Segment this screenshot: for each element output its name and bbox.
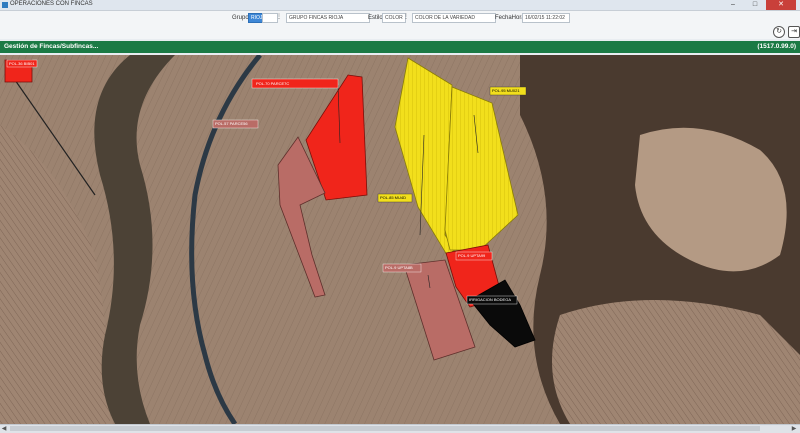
exit-icon[interactable]: ⇥ xyxy=(788,26,800,38)
fecha-input[interactable]: 16/02/15 11:22:02 xyxy=(522,13,570,23)
map-view[interactable]: POL.36 BIB01 POL.70 PARCE7C POL.57 PARCE… xyxy=(0,55,800,424)
grupo-name-field: GRUPO FINCAS RIOJA xyxy=(286,13,370,23)
estilo-name-field: COLOR DE LA VARIEDAD xyxy=(412,13,496,23)
svg-text:POL.70 PARCE7C: POL.70 PARCE7C xyxy=(256,81,289,86)
estilo-label: Estilo xyxy=(368,15,383,21)
map-label-bottom-red: POL.9 UPTA99 xyxy=(455,251,493,261)
estilo-lookup-icon[interactable]: ⋮ xyxy=(403,13,409,21)
map-label-pink-left: POL.57 PARCE56 xyxy=(212,119,259,129)
close-icon[interactable]: ✕ xyxy=(766,0,796,10)
window-titlebar: OPERACIONES CON FINCAS – □ ✕ xyxy=(0,0,800,11)
svg-text:POL.57 PARCE56: POL.57 PARCE56 xyxy=(215,121,248,126)
svg-text:IRRIGACION BODEGA: IRRIGACION BODEGA xyxy=(469,297,511,302)
maximize-icon[interactable]: □ xyxy=(744,0,766,10)
version-code: (1517.0.99.0) xyxy=(757,43,796,50)
grupo-lookup-icon[interactable]: ⋮ xyxy=(276,13,282,21)
svg-text:POL.9 UPTA8B: POL.9 UPTA8B xyxy=(385,265,413,270)
svg-text:POL.36 BIB01: POL.36 BIB01 xyxy=(9,61,35,66)
map-label-top-left: POL.36 BIB01 xyxy=(6,59,38,68)
map-label-yellow-right: POL.95 MU021 xyxy=(489,86,527,96)
minimize-icon[interactable]: – xyxy=(722,0,744,10)
map-label-center: POL.85 MU4D xyxy=(377,193,413,203)
page-title: Gestión de Fincas/Subfincas... xyxy=(4,43,99,50)
map-label-top-red: POL.70 PARCE7C xyxy=(251,78,339,89)
scroll-thumb[interactable] xyxy=(10,426,760,431)
app-icon xyxy=(2,2,8,8)
svg-text:POL.9 UPTA99: POL.9 UPTA99 xyxy=(458,253,486,258)
window-title: OPERACIONES CON FINCAS xyxy=(10,1,93,7)
svg-text:POL.85 MU4D: POL.85 MU4D xyxy=(380,195,406,200)
grupo-label: Grupo xyxy=(232,15,249,21)
toolbar: Grupo RIOJA ⋮ GRUPO FINCAS RIOJA Estilo … xyxy=(0,11,800,39)
lower-fields xyxy=(552,300,800,424)
svg-text:POL.95 MU021: POL.95 MU021 xyxy=(492,88,520,93)
map-label-black: IRRIGACION BODEGA xyxy=(466,295,518,305)
refresh-icon[interactable]: ↻ xyxy=(773,26,785,38)
map-label-bottom-pink: POL.9 UPTA8B xyxy=(382,263,422,273)
section-header: Gestión de Fincas/Subfincas... (1517.0.9… xyxy=(0,41,800,53)
fecha-label: FechaHora xyxy=(495,15,525,21)
